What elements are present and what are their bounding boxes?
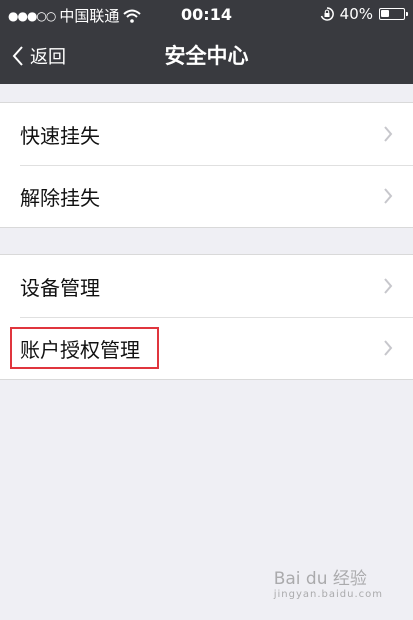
watermark-text: Bai du 经验 [273, 569, 367, 589]
watermark-logo: Bai du 经验 jingyan.baidu.com [274, 564, 383, 600]
rotation-lock-icon [320, 7, 334, 21]
highlight-box [10, 327, 159, 369]
chevron-right-icon [384, 188, 393, 204]
menu-item-device-management[interactable]: 设备管理 [0, 255, 413, 317]
battery-icon [379, 8, 408, 20]
menu-item-label: 快速挂失 [20, 123, 100, 148]
status-right: 40% [320, 5, 408, 23]
menu-item-label: 设备管理 [20, 275, 100, 300]
page-title: 安全中心 [164, 44, 249, 68]
battery-percent: 40% [339, 5, 373, 23]
status-bar: ●●●○○ 中国联通 00:14 40% [0, 0, 413, 28]
chevron-right-icon [384, 278, 393, 294]
watermark-sub: jingyan.baidu.com [273, 589, 383, 600]
nav-bar: 返回 安全中心 [0, 28, 413, 84]
battery-fill [381, 10, 389, 17]
chevron-right-icon [384, 340, 393, 356]
menu-item-cancel-report-lost[interactable]: 解除挂失 [0, 165, 413, 227]
app-header: ●●●○○ 中国联通 00:14 40% 返回 安全中心 [0, 0, 413, 84]
menu-item-label: 解除挂失 [20, 185, 100, 210]
menu-item-quick-report-lost[interactable]: 快速挂失 [0, 103, 413, 165]
chevron-right-icon [384, 126, 393, 142]
menu-group-lost: 快速挂失 解除挂失 [0, 102, 413, 228]
